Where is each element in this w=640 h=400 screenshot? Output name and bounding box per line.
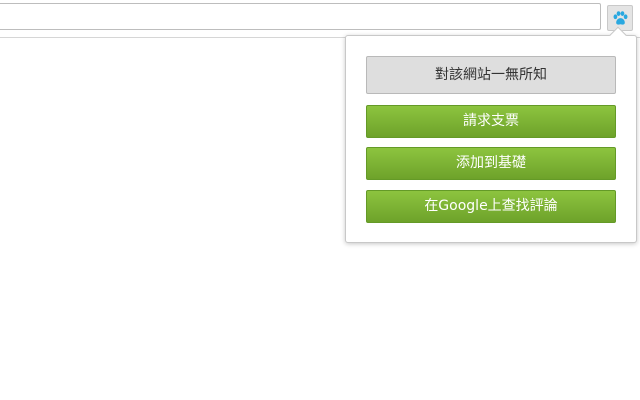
address-bar[interactable]: [0, 3, 601, 30]
find-reviews-on-google-button[interactable]: 在Google上查找評論: [366, 190, 616, 223]
extension-popup: 對該網站一無所知 請求支票 添加到基礎 在Google上查找評論: [345, 35, 637, 243]
unknown-site-button[interactable]: 對該網站一無所知: [366, 56, 616, 94]
paw-icon: [613, 11, 628, 25]
request-check-button[interactable]: 請求支票: [366, 105, 616, 138]
extension-button[interactable]: [607, 5, 633, 31]
add-to-base-button[interactable]: 添加到基礎: [366, 147, 616, 180]
browser-toolbar: [0, 0, 640, 38]
